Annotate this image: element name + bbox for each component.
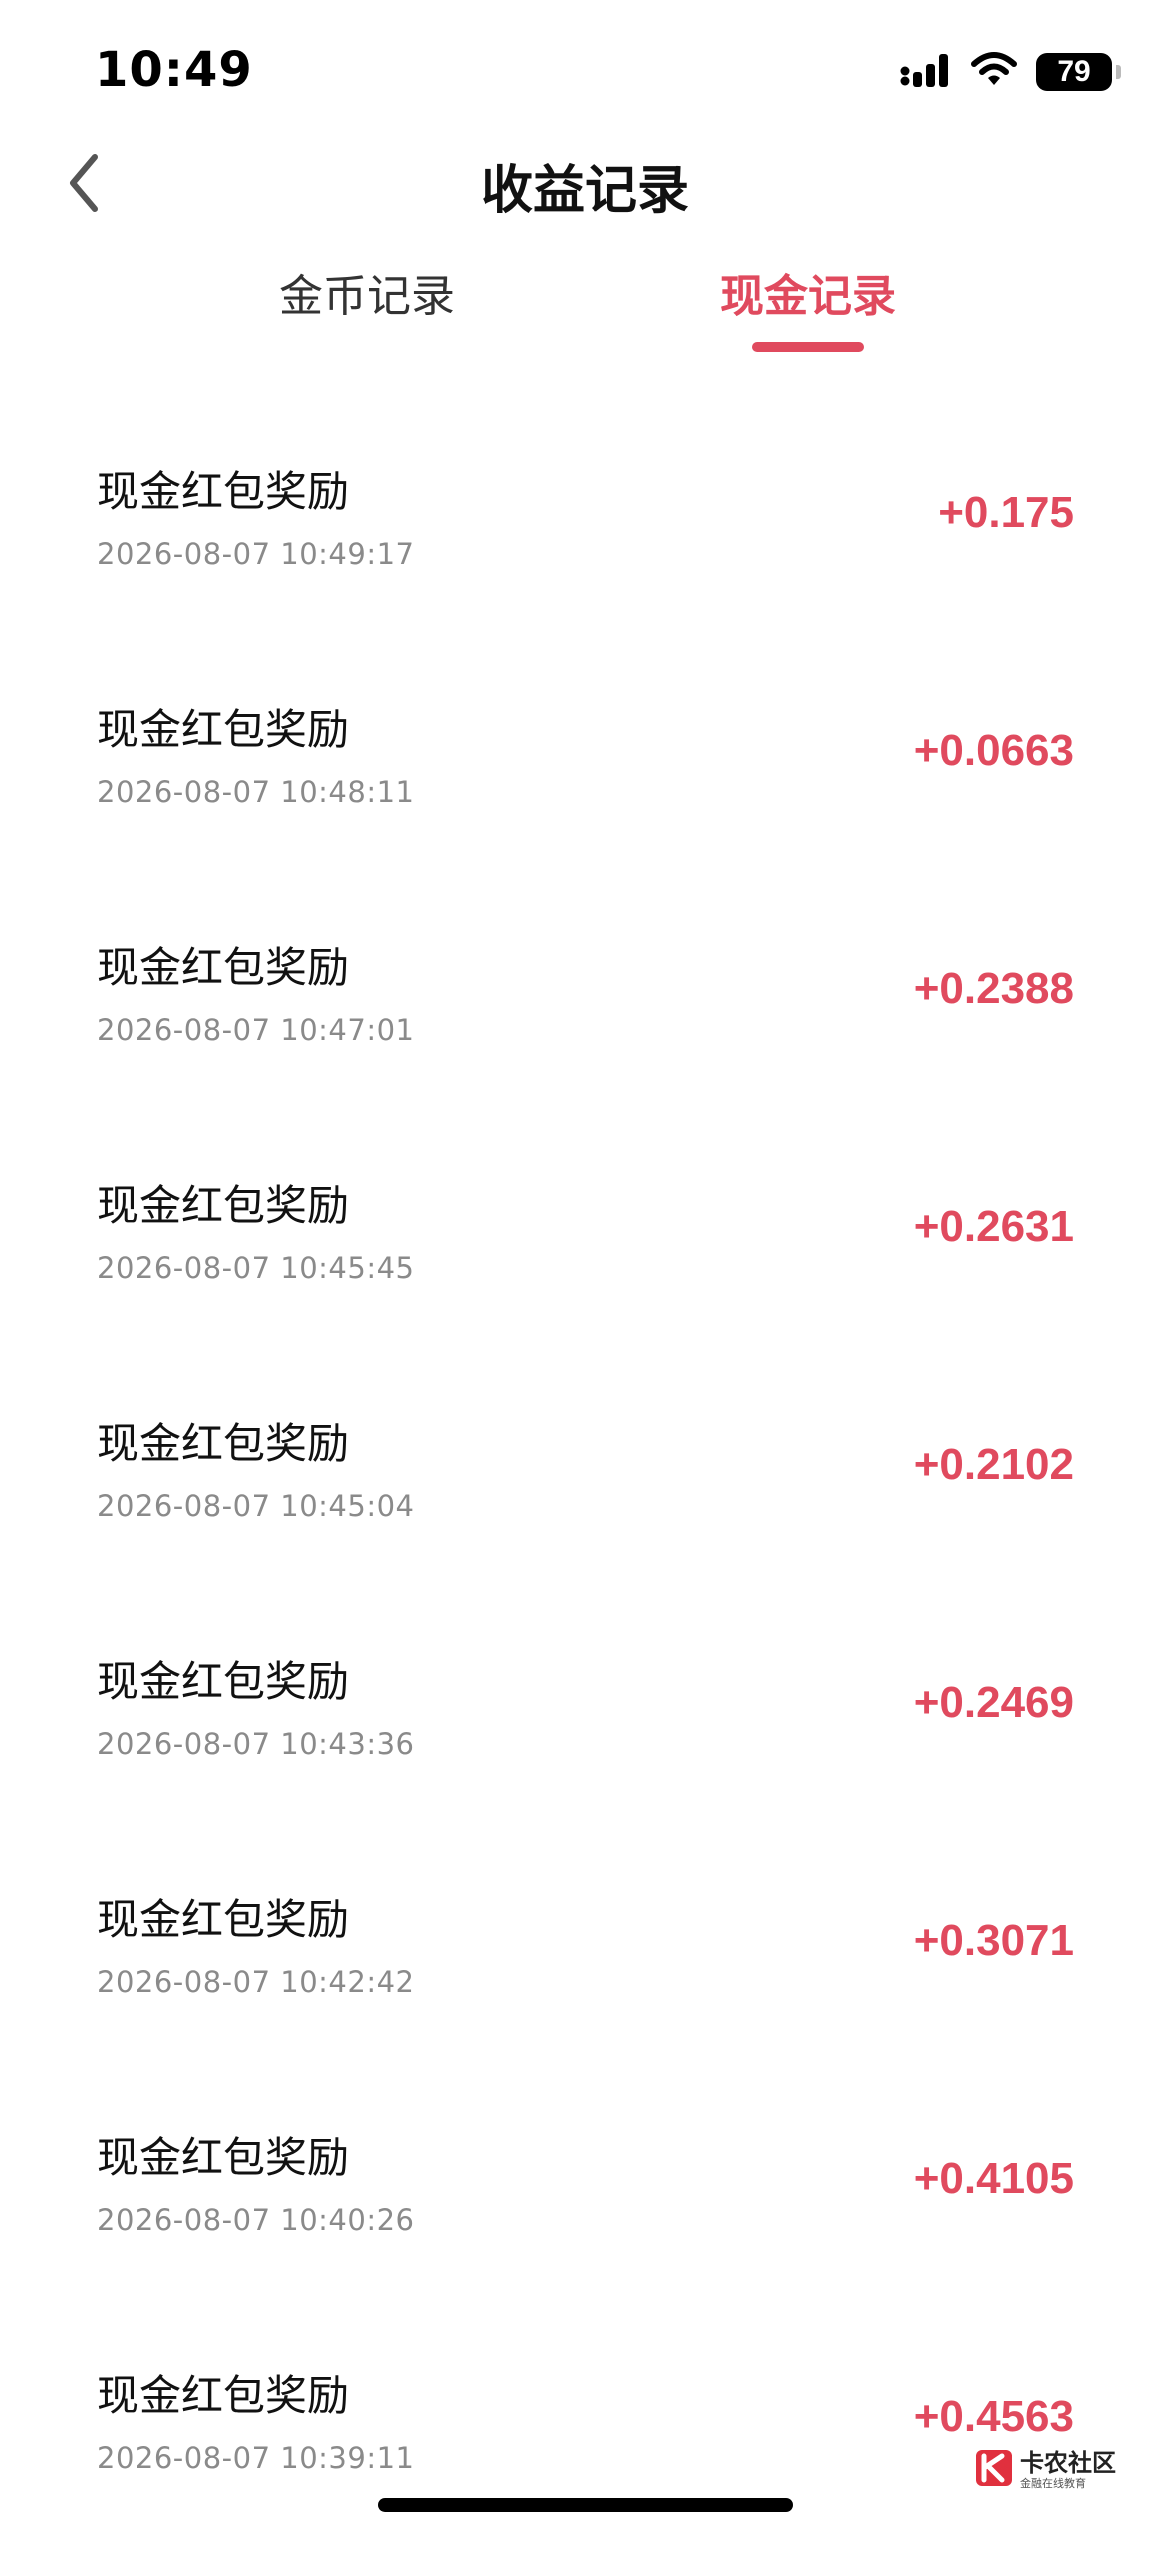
list-item: 现金红包奖励 2026-08-07 10:45:04 +0.2102: [0, 1372, 1170, 1610]
battery-level: 79: [1057, 55, 1091, 88]
watermark-logo-icon: [974, 2448, 1014, 2492]
record-title: 现金红包奖励: [97, 1895, 350, 1944]
wifi-icon: [970, 52, 1018, 92]
record-title: 现金红包奖励: [97, 2133, 350, 2182]
record-title: 现金红包奖励: [97, 467, 350, 516]
list-item: 现金红包奖励 2026-08-07 10:49:17 +0.175: [0, 420, 1170, 658]
tab-bar: 金币记录 现金记录: [0, 260, 1170, 360]
tab-cash-records[interactable]: 现金记录: [658, 260, 958, 324]
list-item: 现金红包奖励 2026-08-07 10:43:36 +0.2469: [0, 1610, 1170, 1848]
record-amount: +0.2631: [913, 1202, 1074, 1251]
list-item: 现金红包奖励 2026-08-07 10:40:26 +0.4105: [0, 2086, 1170, 2324]
record-title: 现金红包奖励: [97, 1181, 350, 1230]
cellular-signal-icon: [900, 52, 952, 92]
record-time: 2026-08-07 10:43:36: [97, 1727, 415, 1761]
record-time: 2026-08-07 10:45:04: [97, 1489, 415, 1523]
record-time: 2026-08-07 10:48:11: [97, 775, 415, 809]
status-bar: 10:49 79: [0, 0, 1170, 140]
record-amount: +0.4105: [913, 2154, 1074, 2203]
tab-gold-records[interactable]: 金币记录: [217, 260, 517, 324]
list-item: 现金红包奖励 2026-08-07 10:45:45 +0.2631: [0, 1134, 1170, 1372]
home-indicator[interactable]: [378, 2498, 793, 2512]
record-amount: +0.2102: [913, 1440, 1074, 1489]
status-icons: 79: [900, 52, 1121, 92]
watermark: 卡农社区 金融在线教育: [974, 2448, 1116, 2492]
status-time: 10:49: [95, 42, 253, 98]
record-time: 2026-08-07 10:45:45: [97, 1251, 415, 1285]
list-item: 现金红包奖励 2026-08-07 10:48:11 +0.0663: [0, 658, 1170, 896]
battery-icon: 79: [1036, 53, 1121, 91]
list-item: 现金红包奖励 2026-08-07 10:42:42 +0.3071: [0, 1848, 1170, 2086]
record-amount: +0.2469: [913, 1678, 1074, 1727]
record-title: 现金红包奖励: [97, 943, 350, 992]
watermark-sub: 金融在线教育: [1020, 2477, 1086, 2490]
record-title: 现金红包奖励: [97, 705, 350, 754]
watermark-text: 卡农社区 金融在线教育: [1020, 2451, 1116, 2489]
record-amount: +0.175: [938, 488, 1074, 537]
nav-bar: 收益记录: [0, 140, 1170, 230]
record-time: 2026-08-07 10:39:11: [97, 2441, 415, 2475]
battery-cap: [1116, 65, 1121, 79]
record-amount: +0.0663: [913, 726, 1074, 775]
watermark-main: 卡农社区: [1020, 2449, 1116, 2477]
record-time: 2026-08-07 10:42:42: [97, 1965, 415, 1999]
record-title: 现金红包奖励: [97, 1657, 350, 1706]
record-time: 2026-08-07 10:49:17: [97, 537, 415, 571]
record-title: 现金红包奖励: [97, 1419, 350, 1468]
record-time: 2026-08-07 10:40:26: [97, 2203, 415, 2237]
record-amount: +0.3071: [913, 1916, 1074, 1965]
active-tab-indicator: [752, 342, 864, 352]
page-title: 收益记录: [480, 161, 689, 221]
record-time: 2026-08-07 10:47:01: [97, 1013, 415, 1047]
record-title: 现金红包奖励: [97, 2371, 350, 2420]
list-item: 现金红包奖励 2026-08-07 10:39:11 +0.4563: [0, 2324, 1170, 2562]
record-amount: +0.4563: [913, 2392, 1074, 2441]
list-item: 现金红包奖励 2026-08-07 10:47:01 +0.2388: [0, 896, 1170, 1134]
record-list: 现金红包奖励 2026-08-07 10:49:17 +0.175 现金红包奖励…: [0, 420, 1170, 2562]
record-amount: +0.2388: [913, 964, 1074, 1013]
